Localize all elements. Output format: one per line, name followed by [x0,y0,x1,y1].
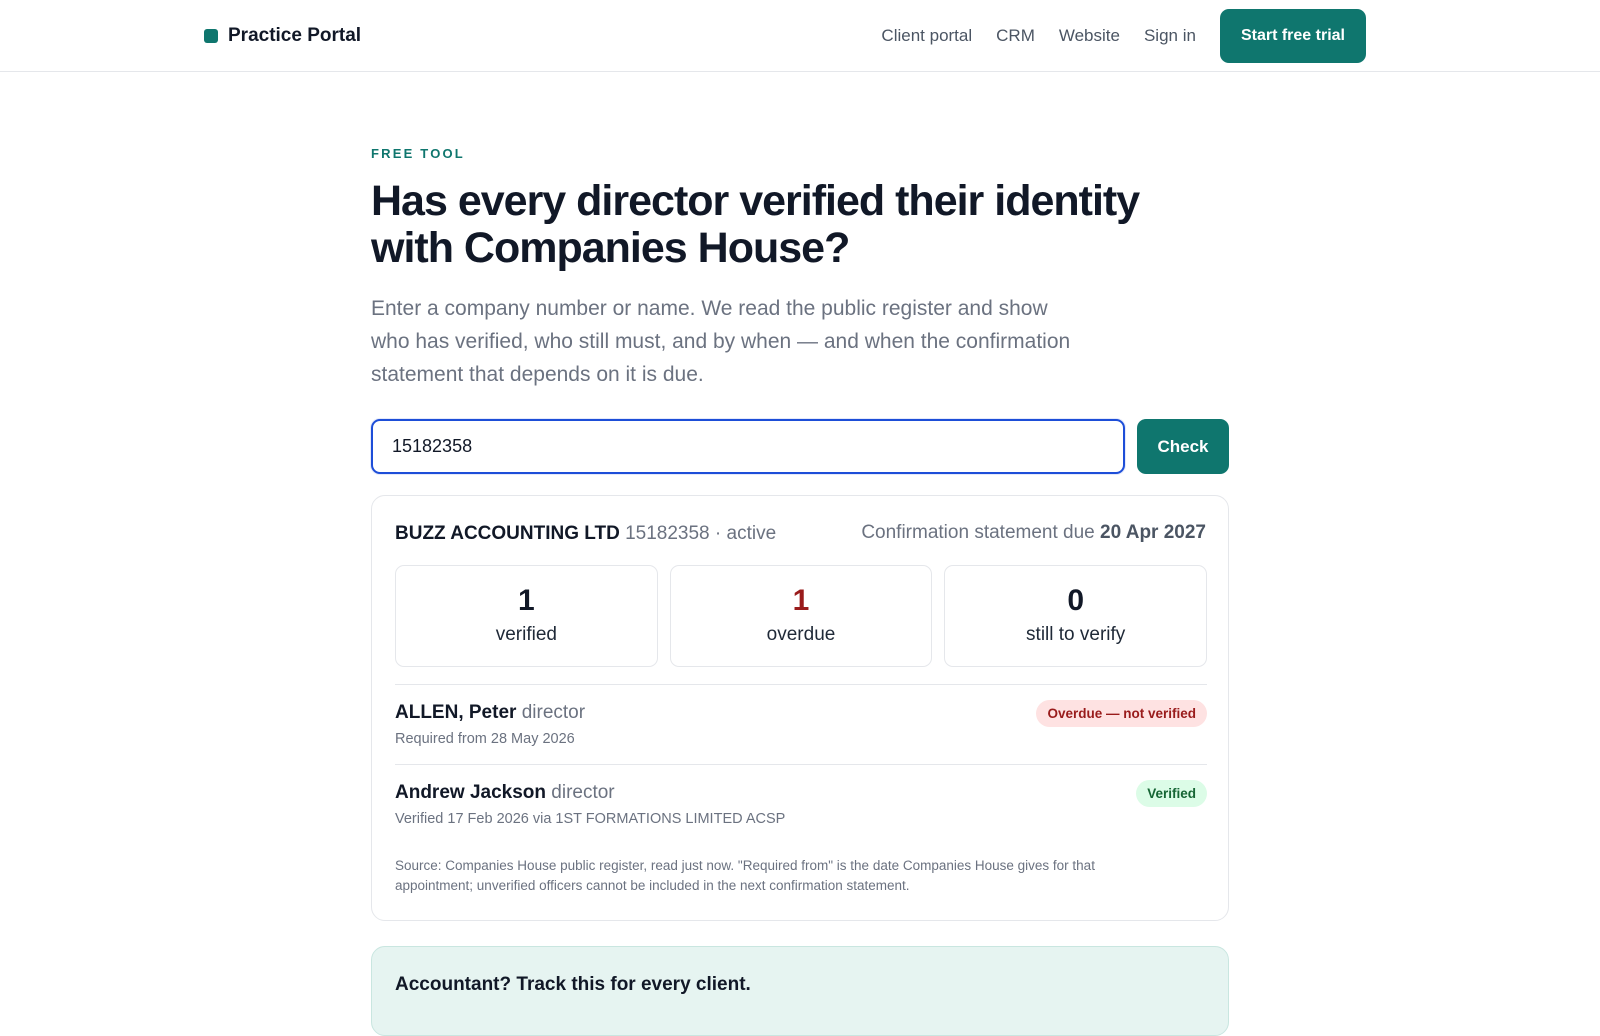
stat-still-to-verify: 0 still to verify [944,565,1208,667]
officer-name-line: Andrew Jackson director [395,782,615,804]
check-button[interactable]: Check [1137,419,1229,474]
company-search-input[interactable] [371,419,1125,474]
brand-name: Practice Portal [228,25,362,46]
company-name: BUZZ ACCOUNTING LTD [395,523,620,544]
eyebrow-label: FREE TOOL [371,146,465,161]
officer-row: ALLEN, Peter director Required from 28 M… [395,684,1207,764]
stat-overdue: 1 overdue [669,565,933,667]
cs-due-label: Confirmation statement due [861,522,1095,543]
result-card: BUZZ ACCOUNTING LTD 15182358 · active Co… [371,495,1229,921]
stat-value: 0 [1067,584,1085,617]
officer-row: Andrew Jackson director Verified 17 Feb … [395,764,1207,844]
page-description: Enter a company number or name. We read … [371,297,1071,386]
accountant-cta-card: Accountant? Track this for every client. [371,946,1229,1036]
top-navigation-bar: Practice Portal Client portal CRM Websit… [0,0,1600,72]
officer-role: director [521,702,586,723]
stat-label: still to verify [1026,624,1126,645]
officer-role: director [551,782,615,803]
company-number-status: 15182358 · active [625,523,777,544]
brand[interactable]: Practice Portal [204,0,361,72]
nav-link-crm[interactable]: CRM [996,26,1035,46]
nav-link-client-portal[interactable]: Client portal [881,26,972,46]
officer-name: Andrew Jackson [395,782,546,803]
status-badge-verified: Verified [1136,780,1207,807]
officer-name: ALLEN, Peter [395,702,517,723]
nav-link-website[interactable]: Website [1059,26,1120,46]
stats-row: 1 verified 1 overdue 0 still to verify [395,565,1208,667]
stat-label: verified [495,624,557,645]
officer-detail: Verified 17 Feb 2026 via 1ST FORMATIONS … [395,811,786,827]
nav-link-sign-in[interactable]: Sign in [1144,26,1196,46]
stat-verified: 1 verified [395,565,658,667]
confirmation-statement-due: Confirmation statement due 20 Apr 2027 [861,522,1206,544]
stat-label: overdue [766,624,836,645]
company-heading: BUZZ ACCOUNTING LTD 15182358 · active [395,523,776,545]
main-nav: Client portal CRM Website Sign in Start … [857,0,1366,72]
cs-due-date: 20 Apr 2027 [1100,522,1206,543]
officer-detail: Required from 28 May 2026 [395,731,575,747]
officer-name-line: ALLEN, Peter director [395,702,585,724]
cta-title: Accountant? Track this for every client. [395,974,751,995]
brand-logo-icon [204,29,218,43]
start-free-trial-button[interactable]: Start free trial [1219,9,1366,63]
status-badge-overdue: Overdue — not verified [1036,700,1207,727]
stat-value: 1 [517,584,535,617]
stat-value: 1 [792,584,810,617]
page-title: Has every director verified their identi… [371,177,1140,272]
source-note: Source: Companies House public register,… [395,858,1095,893]
